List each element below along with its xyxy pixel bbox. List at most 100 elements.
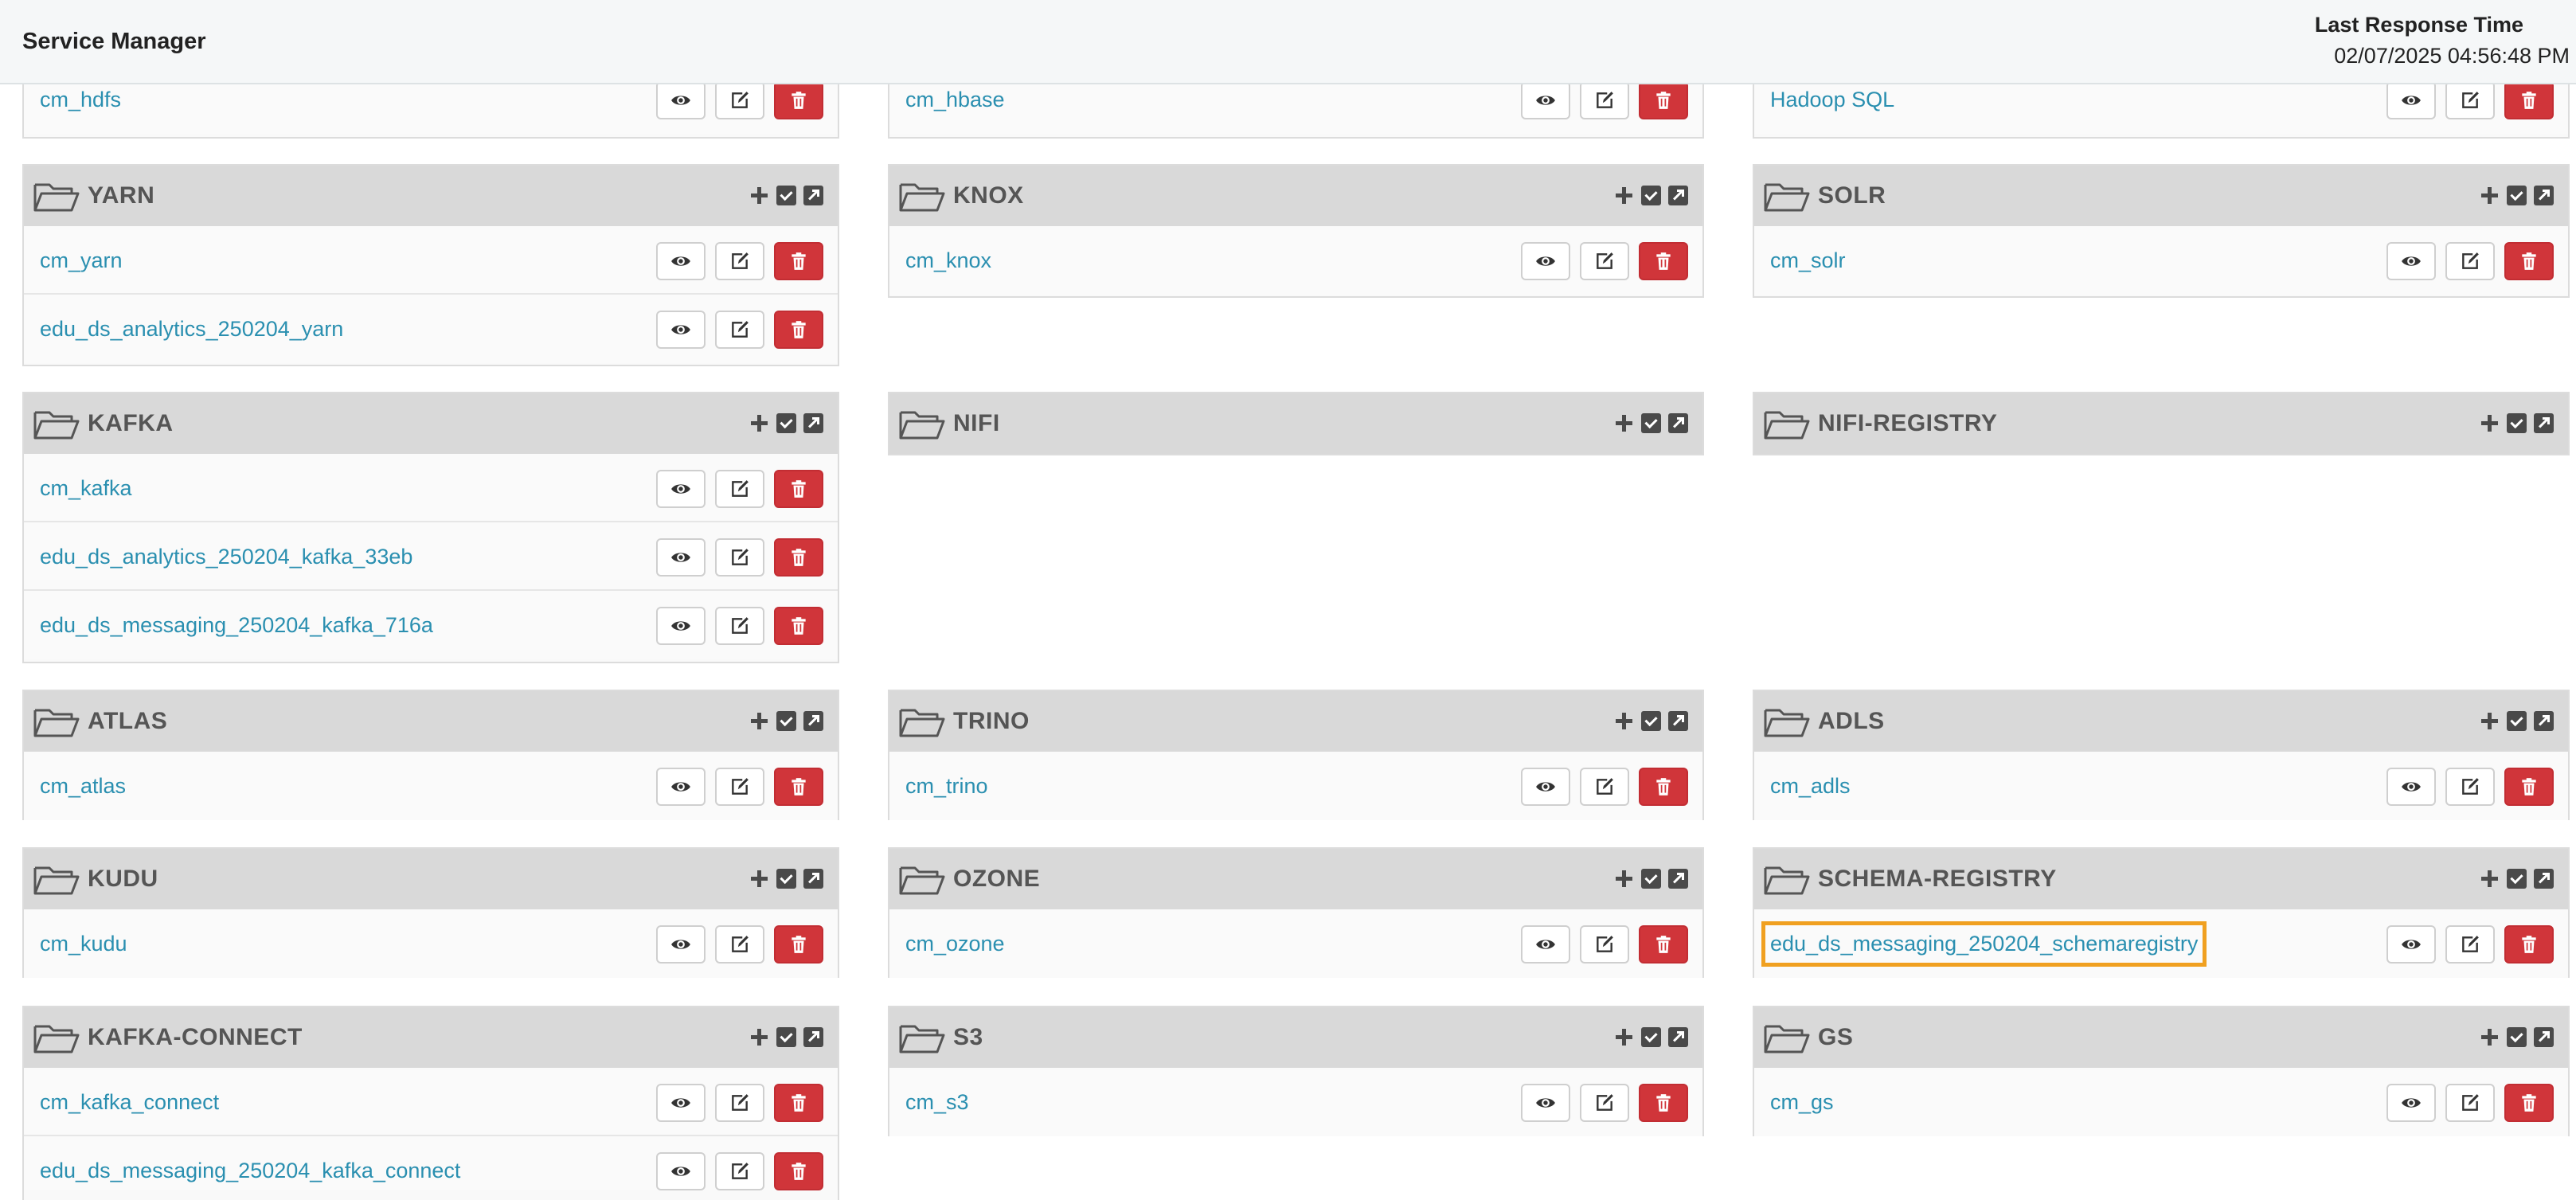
plus-icon[interactable] bbox=[2480, 413, 2500, 433]
edit-button[interactable] bbox=[715, 470, 764, 508]
check-square-icon[interactable] bbox=[1641, 869, 1661, 889]
delete-button[interactable] bbox=[774, 607, 823, 645]
service-link[interactable]: cm_hbase bbox=[904, 83, 1007, 117]
external-link-square-icon[interactable] bbox=[1668, 413, 1688, 433]
delete-button[interactable] bbox=[774, 470, 823, 508]
delete-button[interactable] bbox=[1639, 1084, 1688, 1122]
service-link[interactable]: edu_ds_analytics_250204_kafka_33eb bbox=[38, 540, 414, 574]
view-button[interactable] bbox=[1521, 1084, 1570, 1122]
delete-button[interactable] bbox=[2504, 242, 2554, 280]
edit-button[interactable] bbox=[2445, 242, 2495, 280]
external-link-square-icon[interactable] bbox=[803, 186, 823, 205]
check-square-icon[interactable] bbox=[776, 869, 796, 889]
edit-button[interactable] bbox=[2445, 81, 2495, 119]
edit-button[interactable] bbox=[2445, 1084, 2495, 1122]
view-button[interactable] bbox=[656, 81, 706, 119]
service-link[interactable]: edu_ds_messaging_250204_kafka_connect bbox=[38, 1154, 462, 1188]
check-square-icon[interactable] bbox=[2507, 711, 2527, 731]
plus-icon[interactable] bbox=[2480, 186, 2500, 205]
check-square-icon[interactable] bbox=[776, 711, 796, 731]
edit-button[interactable] bbox=[1580, 1084, 1629, 1122]
check-square-icon[interactable] bbox=[2507, 869, 2527, 889]
external-link-square-icon[interactable] bbox=[803, 711, 823, 731]
edit-button[interactable] bbox=[715, 311, 764, 349]
service-link[interactable]: cm_knox bbox=[904, 244, 993, 278]
view-button[interactable] bbox=[656, 607, 706, 645]
external-link-square-icon[interactable] bbox=[803, 869, 823, 889]
edit-button[interactable] bbox=[715, 538, 764, 577]
check-square-icon[interactable] bbox=[776, 413, 796, 433]
delete-button[interactable] bbox=[774, 1084, 823, 1122]
external-link-square-icon[interactable] bbox=[2534, 869, 2554, 889]
service-link[interactable]: cm_s3 bbox=[904, 1085, 971, 1120]
service-link[interactable]: cm_kudu bbox=[38, 927, 129, 961]
service-link[interactable]: cm_gs bbox=[1769, 1085, 1835, 1120]
check-square-icon[interactable] bbox=[1641, 711, 1661, 731]
delete-button[interactable] bbox=[774, 242, 823, 280]
delete-button[interactable] bbox=[2504, 768, 2554, 806]
external-link-square-icon[interactable] bbox=[2534, 1027, 2554, 1047]
view-button[interactable] bbox=[2386, 925, 2436, 964]
view-button[interactable] bbox=[1521, 81, 1570, 119]
view-button[interactable] bbox=[1521, 768, 1570, 806]
plus-icon[interactable] bbox=[749, 186, 769, 205]
edit-button[interactable] bbox=[715, 768, 764, 806]
plus-icon[interactable] bbox=[1614, 1027, 1634, 1047]
view-button[interactable] bbox=[656, 925, 706, 964]
plus-icon[interactable] bbox=[1614, 869, 1634, 889]
view-button[interactable] bbox=[2386, 81, 2436, 119]
service-link[interactable]: cm_kafka_connect bbox=[38, 1085, 221, 1120]
delete-button[interactable] bbox=[2504, 925, 2554, 964]
check-square-icon[interactable] bbox=[2507, 1027, 2527, 1047]
edit-button[interactable] bbox=[2445, 768, 2495, 806]
external-link-square-icon[interactable] bbox=[1668, 186, 1688, 205]
check-square-icon[interactable] bbox=[1641, 1027, 1661, 1047]
edit-button[interactable] bbox=[715, 1084, 764, 1122]
edit-button[interactable] bbox=[715, 1152, 764, 1190]
check-square-icon[interactable] bbox=[1641, 413, 1661, 433]
external-link-square-icon[interactable] bbox=[1668, 869, 1688, 889]
external-link-square-icon[interactable] bbox=[1668, 711, 1688, 731]
service-link[interactable]: edu_ds_messaging_250204_schemaregistry bbox=[1761, 921, 2207, 967]
check-square-icon[interactable] bbox=[2507, 413, 2527, 433]
edit-button[interactable] bbox=[715, 81, 764, 119]
plus-icon[interactable] bbox=[1614, 413, 1634, 433]
check-square-icon[interactable] bbox=[776, 186, 796, 205]
external-link-square-icon[interactable] bbox=[1668, 1027, 1688, 1047]
plus-icon[interactable] bbox=[749, 413, 769, 433]
edit-button[interactable] bbox=[2445, 925, 2495, 964]
edit-button[interactable] bbox=[1580, 81, 1629, 119]
delete-button[interactable] bbox=[774, 768, 823, 806]
check-square-icon[interactable] bbox=[1641, 186, 1661, 205]
delete-button[interactable] bbox=[1639, 81, 1688, 119]
service-link[interactable]: cm_atlas bbox=[38, 769, 127, 803]
check-square-icon[interactable] bbox=[776, 1027, 796, 1047]
delete-button[interactable] bbox=[2504, 1084, 2554, 1122]
check-square-icon[interactable] bbox=[2507, 186, 2527, 205]
service-link[interactable]: cm_trino bbox=[904, 769, 990, 803]
delete-button[interactable] bbox=[774, 311, 823, 349]
view-button[interactable] bbox=[656, 311, 706, 349]
delete-button[interactable] bbox=[774, 538, 823, 577]
plus-icon[interactable] bbox=[2480, 869, 2500, 889]
delete-button[interactable] bbox=[774, 81, 823, 119]
external-link-square-icon[interactable] bbox=[803, 413, 823, 433]
delete-button[interactable] bbox=[1639, 242, 1688, 280]
delete-button[interactable] bbox=[1639, 925, 1688, 964]
delete-button[interactable] bbox=[774, 925, 823, 964]
view-button[interactable] bbox=[2386, 242, 2436, 280]
view-button[interactable] bbox=[1521, 242, 1570, 280]
external-link-square-icon[interactable] bbox=[2534, 413, 2554, 433]
delete-button[interactable] bbox=[774, 1152, 823, 1190]
service-link[interactable]: edu_ds_messaging_250204_kafka_716a bbox=[38, 608, 435, 643]
service-link[interactable]: cm_yarn bbox=[38, 244, 124, 278]
view-button[interactable] bbox=[656, 538, 706, 577]
delete-button[interactable] bbox=[2504, 81, 2554, 119]
view-button[interactable] bbox=[656, 242, 706, 280]
edit-button[interactable] bbox=[1580, 925, 1629, 964]
edit-button[interactable] bbox=[1580, 242, 1629, 280]
service-link[interactable]: edu_ds_analytics_250204_yarn bbox=[38, 312, 345, 346]
view-button[interactable] bbox=[2386, 1084, 2436, 1122]
service-link[interactable]: cm_hdfs bbox=[38, 83, 123, 117]
plus-icon[interactable] bbox=[1614, 711, 1634, 731]
